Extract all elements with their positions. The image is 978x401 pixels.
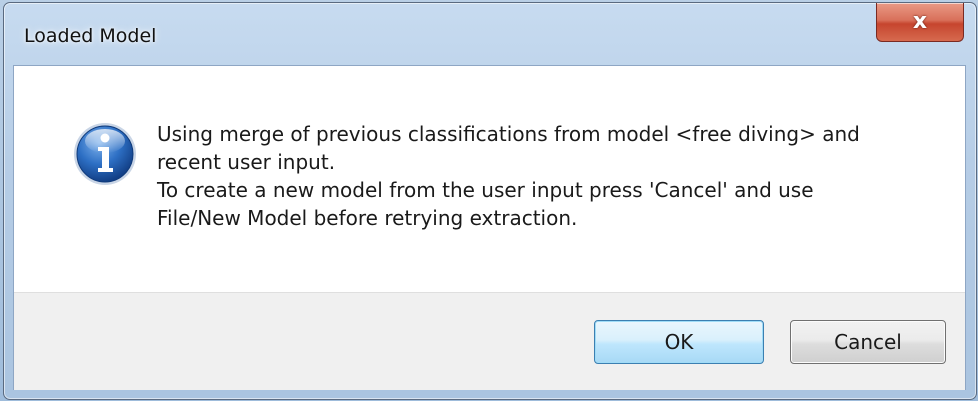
message-line: To create a new model from the user inpu… <box>157 178 814 202</box>
dialog-window: Loaded Model x Using merge of previous c… <box>3 2 977 400</box>
message-text: Using merge of previous classifications … <box>157 120 937 232</box>
title-bar[interactable]: Loaded Model x <box>4 3 976 67</box>
close-icon: x <box>912 9 928 34</box>
ok-button[interactable]: OK <box>594 320 764 364</box>
message-line: Using merge of previous classifications … <box>157 122 860 146</box>
close-button[interactable]: x <box>876 3 964 42</box>
button-bar: OK Cancel <box>14 292 965 390</box>
message-area: Using merge of previous classifications … <box>14 66 965 292</box>
cancel-button[interactable]: Cancel <box>790 320 946 364</box>
message-line: File/New Model before retrying extractio… <box>157 206 578 230</box>
info-icon <box>74 123 136 185</box>
message-line: recent user input. <box>157 150 336 174</box>
window-title: Loaded Model <box>24 25 157 47</box>
dialog-content: Using merge of previous classifications … <box>13 65 966 390</box>
